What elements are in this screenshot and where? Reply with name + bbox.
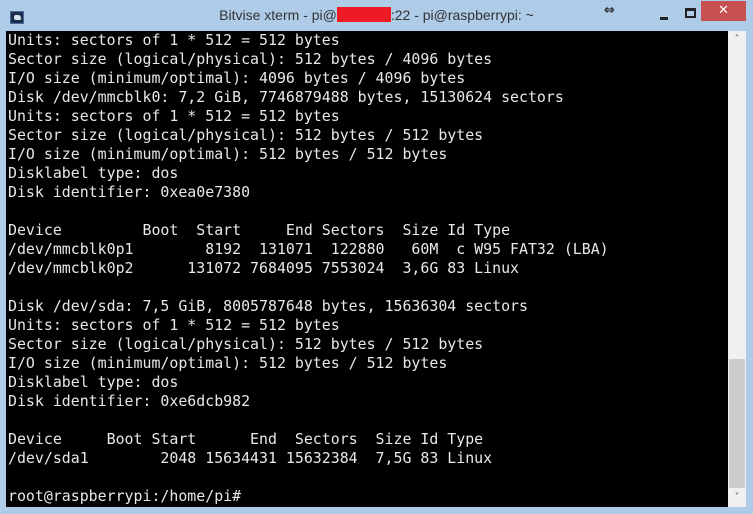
terminal-text: Units: sectors of 1 * 512 = 512 bytes Sec… (8, 31, 609, 506)
redacted-host (336, 7, 391, 22)
terminal-line: Units: sectors of 1 * 512 = 512 bytes (8, 31, 340, 49)
terminal-line: /dev/mmcblk0p1 8192 131071 122880 60M c … (8, 240, 609, 258)
terminal-line: Disklabel type: dos (8, 373, 179, 391)
terminal-line: Sector size (logical/physical): 512 byte… (8, 126, 484, 144)
resize-icon[interactable]: ⇔ (604, 3, 615, 18)
scrollbar-thumb[interactable] (729, 359, 745, 488)
terminal-line: Device Boot Start End Sectors Size Id Ty… (8, 221, 511, 239)
terminal-line: /dev/mmcblk0p2 131072 7684095 7553024 3,… (8, 259, 520, 277)
scroll-up-arrow-icon[interactable]: ˄ (728, 31, 746, 49)
minimize-button[interactable] (654, 5, 678, 25)
terminal-line: I/O size (minimum/optimal): 512 bytes / … (8, 354, 448, 372)
window-title: Bitvise xterm - pi@ :22 - pi@raspberrypi:… (0, 7, 753, 23)
terminal-line: Disk /dev/sda: 7,5 GiB, 8005787648 bytes… (8, 297, 528, 315)
terminal-line: Disk identifier: 0xe6dcb982 (8, 392, 251, 410)
terminal-output[interactable]: Units: sectors of 1 * 512 = 512 bytes Sec… (6, 31, 728, 507)
terminal-line: Units: sectors of 1 * 512 = 512 bytes (8, 107, 340, 125)
close-button[interactable]: ✕ (701, 1, 746, 21)
terminal-line: Units: sectors of 1 * 512 = 512 bytes (8, 316, 340, 334)
terminal-line: Device Boot Start End Sectors Size Id Ty… (8, 430, 484, 448)
title-prefix: Bitvise xterm - pi@ (219, 7, 337, 23)
vertical-scrollbar[interactable]: ˄ ˅ (728, 31, 746, 507)
scroll-down-arrow-icon[interactable]: ˅ (728, 489, 746, 507)
terminal-line: Disk /dev/mmcblk0: 7,2 GiB, 7746879488 b… (8, 88, 564, 106)
terminal-window: Bitvise xterm - pi@ :22 - pi@raspberrypi:… (0, 0, 753, 514)
terminal-line: Disk identifier: 0xea0e7380 (8, 183, 251, 201)
terminal-line: /dev/sda1 2048 15634431 15632384 7,5G 83… (8, 449, 493, 467)
title-suffix: :22 - pi@raspberrypi: ~ (390, 7, 534, 23)
terminal-line: I/O size (minimum/optimal): 4096 bytes /… (8, 69, 466, 87)
shell-prompt: root@raspberrypi:/home/pi# (8, 487, 251, 505)
terminal-line: Sector size (logical/physical): 512 byte… (8, 50, 493, 68)
title-bar[interactable]: Bitvise xterm - pi@ :22 - pi@raspberrypi:… (0, 0, 753, 32)
terminal-line: Disklabel type: dos (8, 164, 179, 182)
terminal-line: Sector size (logical/physical): 512 byte… (8, 335, 484, 353)
terminal-line: I/O size (minimum/optimal): 512 bytes / … (8, 145, 448, 163)
